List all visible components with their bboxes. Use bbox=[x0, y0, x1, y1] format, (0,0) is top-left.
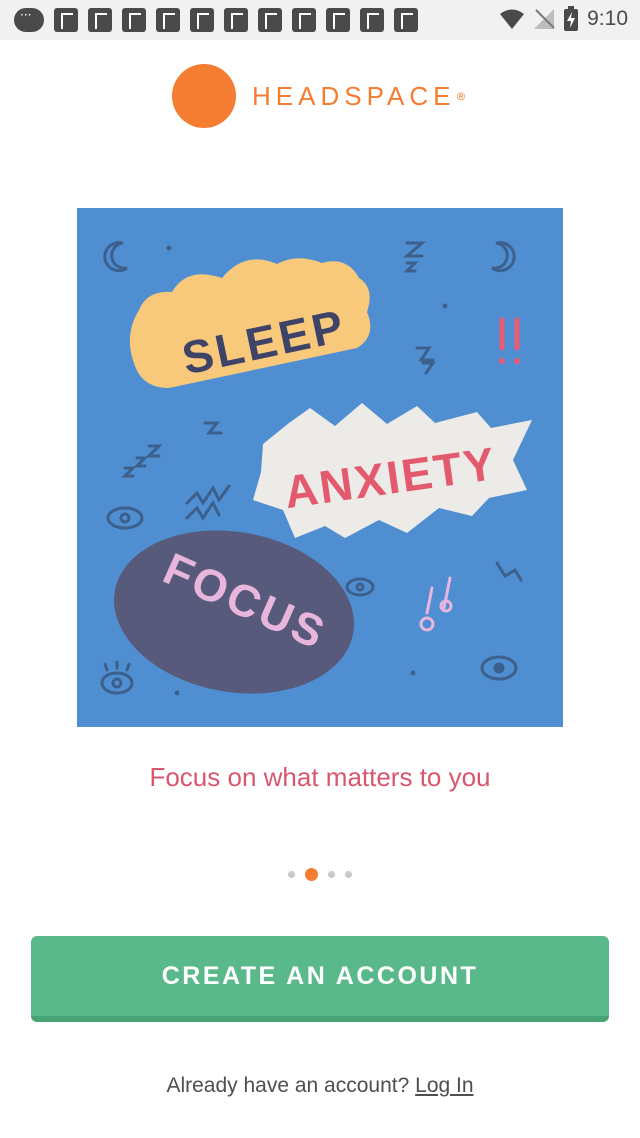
facebook-icon bbox=[224, 8, 248, 32]
messages-icon bbox=[14, 8, 44, 32]
zzz-icon bbox=[415, 346, 436, 375]
squiggle-icon bbox=[185, 484, 231, 506]
page-dot[interactable] bbox=[345, 871, 352, 878]
page-dot-active[interactable] bbox=[305, 868, 318, 881]
facebook-icon bbox=[326, 8, 350, 32]
moon-icon bbox=[103, 241, 128, 273]
page-dot[interactable] bbox=[288, 871, 295, 878]
squiggle-icon bbox=[495, 561, 523, 582]
facebook-icon bbox=[88, 8, 112, 32]
facebook-icon bbox=[122, 8, 146, 32]
facebook-icon bbox=[394, 8, 418, 32]
zzz-icon bbox=[203, 421, 223, 435]
page-dot[interactable] bbox=[328, 871, 335, 878]
anxiety-burst: ANXIETY bbox=[253, 403, 532, 538]
facebook-icon bbox=[156, 8, 180, 32]
no-signal-icon bbox=[534, 9, 555, 29]
login-prompt: Already have an account? Log In bbox=[0, 1074, 640, 1098]
battery-charging-icon bbox=[564, 6, 579, 31]
login-link[interactable]: Log In bbox=[415, 1074, 473, 1097]
logo-dot bbox=[172, 64, 236, 128]
sleep-cloud: SLEEP bbox=[129, 258, 371, 388]
eye-icon bbox=[100, 671, 134, 695]
facebook-icon bbox=[292, 8, 316, 32]
notification-icons bbox=[14, 8, 418, 32]
moon-icon bbox=[491, 241, 516, 273]
facebook-icon bbox=[258, 8, 282, 32]
focus-oval: FOCUS bbox=[114, 530, 354, 694]
onboarding-tagline: Focus on what matters to you bbox=[149, 762, 491, 792]
headspace-logo: HEADSPACE ® bbox=[172, 64, 466, 128]
page-indicator[interactable] bbox=[0, 868, 640, 881]
brand-name: HEADSPACE bbox=[252, 80, 456, 111]
registered-mark: ® bbox=[455, 89, 467, 103]
exclamation-icon bbox=[425, 576, 452, 615]
facebook-icon bbox=[360, 8, 384, 32]
clock: 9:10 bbox=[587, 7, 628, 30]
zzz-icon bbox=[402, 241, 427, 258]
zzz-icon bbox=[121, 444, 163, 478]
onboarding-illustration: SLEEP ANXIETY FOCUS bbox=[77, 208, 563, 727]
facebook-icon bbox=[54, 8, 78, 32]
exclamation-icon bbox=[499, 317, 520, 351]
eye-icon bbox=[106, 506, 144, 530]
create-account-button[interactable]: CREATE AN ACCOUNT bbox=[31, 936, 609, 1022]
wifi-icon bbox=[500, 9, 525, 29]
login-prompt-text: Already have an account? bbox=[166, 1074, 410, 1097]
status-bar: 9:10 bbox=[0, 0, 640, 40]
facebook-icon bbox=[190, 8, 214, 32]
eye-icon bbox=[345, 577, 375, 597]
